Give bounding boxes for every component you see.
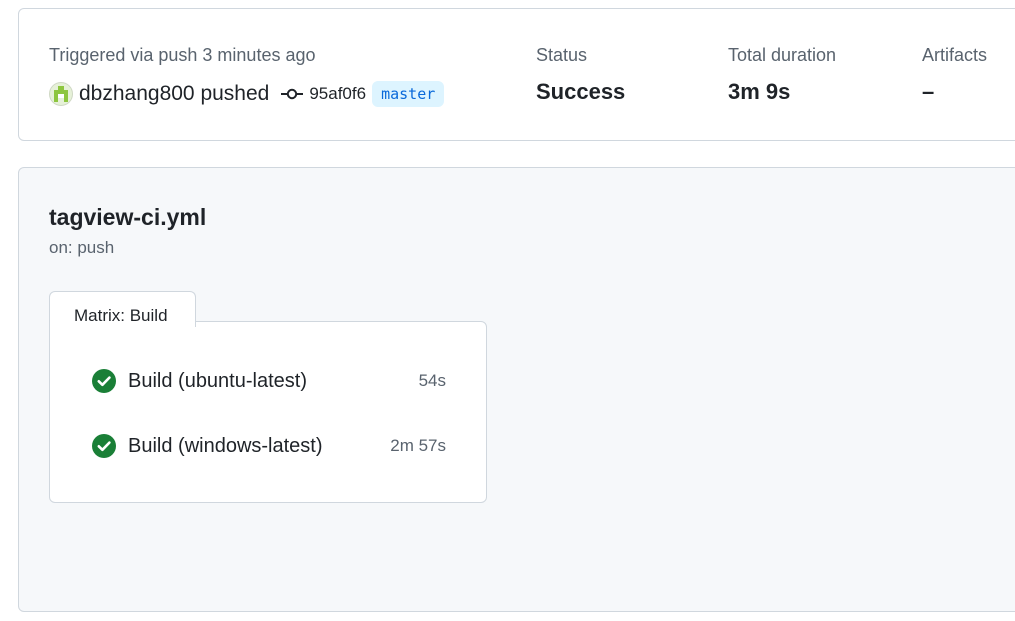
check-circle-fill-icon bbox=[92, 434, 116, 458]
git-commit-icon bbox=[281, 86, 304, 102]
branch-badge[interactable]: master bbox=[372, 81, 445, 107]
trigger-details: dbzhang800 pushed 95af0f6 master bbox=[49, 79, 445, 109]
status-label: Status bbox=[536, 45, 588, 65]
total-duration-value: 3m 9s bbox=[728, 79, 791, 104]
commit-sha-link[interactable]: 95af0f6 bbox=[309, 84, 366, 104]
status-value: Success bbox=[536, 79, 626, 104]
matrix-job-group: Build (ubuntu-latest) 54s Build (windows… bbox=[49, 321, 487, 503]
workflow-trigger: on: push bbox=[49, 238, 115, 257]
job-duration: 54s bbox=[418, 371, 446, 390]
run-summary-card: Triggered via push 3 minutes ago dbzhang… bbox=[18, 8, 1015, 141]
total-duration-label: Total duration bbox=[728, 45, 837, 65]
avatar[interactable] bbox=[49, 82, 73, 106]
job-row-ubuntu[interactable]: Build (ubuntu-latest) 54s bbox=[92, 367, 446, 395]
job-name[interactable]: Build (windows-latest) bbox=[128, 435, 390, 458]
job-name[interactable]: Build (ubuntu-latest) bbox=[128, 370, 419, 393]
job-duration: 2m 57s bbox=[390, 436, 446, 455]
check-circle-fill-icon bbox=[92, 369, 116, 393]
workflow-graph-card: tagview-ci.yml on: push Matrix: Build Bu… bbox=[18, 167, 1015, 612]
pusher-text[interactable]: dbzhang800 pushed bbox=[79, 82, 269, 106]
matrix-tab: Matrix: Build bbox=[49, 291, 196, 327]
job-row-windows[interactable]: Build (windows-latest) 2m 57s bbox=[92, 432, 446, 460]
matrix-label: Matrix: Build bbox=[74, 306, 168, 325]
trigger-text: Triggered via push 3 minutes ago bbox=[49, 45, 316, 65]
artifacts-value: – bbox=[922, 79, 935, 104]
identicon-avatar-icon bbox=[51, 84, 71, 104]
workflow-file-name: tagview-ci.yml bbox=[49, 204, 207, 230]
artifacts-label: Artifacts bbox=[922, 45, 988, 65]
